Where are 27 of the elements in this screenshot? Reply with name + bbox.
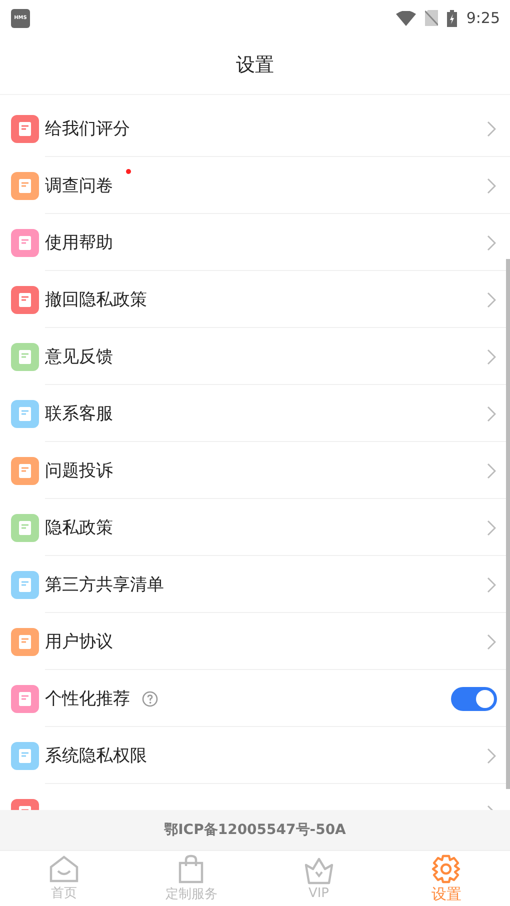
settings-row[interactable]: 用户协议	[0, 613, 510, 670]
row-label: 意见反馈	[45, 346, 113, 368]
settings-row[interactable]: 问题投诉	[0, 442, 510, 499]
settings-row[interactable]: 撤回隐私政策	[0, 271, 510, 328]
settings-row[interactable]: 隐私政策	[0, 499, 510, 556]
row-label: 联系客服	[45, 403, 113, 425]
settings-row[interactable]: 调查问卷	[0, 157, 510, 214]
settings-row[interactable]: 个性化推荐	[0, 670, 510, 727]
page-title: 设置	[236, 53, 274, 78]
row-label: 给我们评分	[45, 118, 130, 140]
settings-row[interactable]: 使用帮助	[0, 214, 510, 271]
row-label: 问题投诉	[45, 460, 113, 482]
row-label: 调查问卷	[45, 175, 113, 197]
row-label: 系统隐私权限	[45, 745, 147, 767]
settings-row[interactable]: 第三方共享清单	[0, 556, 510, 613]
row-label: 用户协议	[45, 631, 113, 653]
clock-time: 9:25	[466, 9, 500, 27]
settings-row[interactable]: 系统隐私权限	[0, 727, 510, 784]
settings-row[interactable]: 联系客服	[0, 385, 510, 442]
row-label: 撤回隐私政策	[45, 289, 147, 311]
row-label: 个性化推荐	[45, 688, 130, 710]
settings-row[interactable]: 意见反馈	[0, 328, 510, 385]
icp-license-text: 鄂ICP备12005547号-50A	[164, 821, 346, 839]
row-label: 使用帮助	[45, 232, 113, 254]
settings-row[interactable]: 给我们评分	[0, 100, 510, 157]
row-label: 第三方共享清单	[45, 574, 164, 596]
row-label: 隐私政策	[45, 517, 113, 539]
